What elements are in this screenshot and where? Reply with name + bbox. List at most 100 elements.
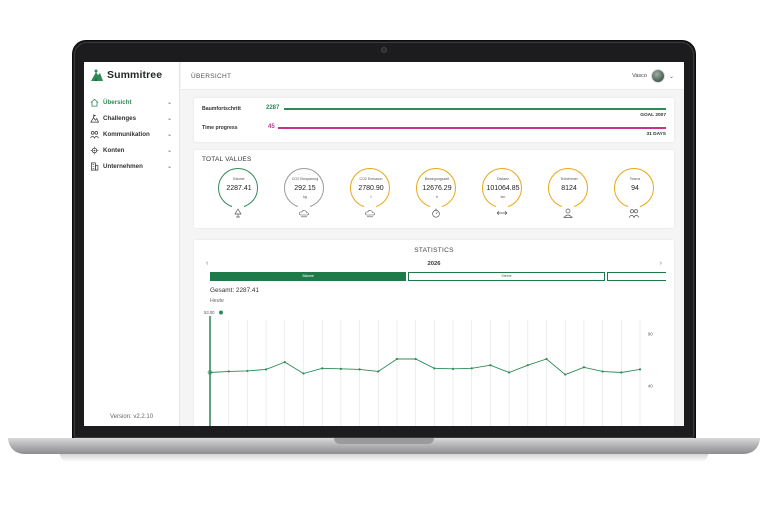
mountain-logo-icon [91,69,103,81]
user-name: Vasco [632,73,647,79]
sidebar-item-unternehmen[interactable]: Unternehmen ⌄ [88,158,176,174]
total-values-title: TOTAL VALUES [202,156,252,163]
time-progress-value: 45 [268,124,275,130]
co2-cloud-icon [298,205,310,218]
people-icon [90,130,99,139]
laptop-notch [334,438,434,444]
sidebar-item-label: Challenges [103,114,137,122]
tab-steine[interactable]: Steine [408,272,605,281]
tree-progress-label: Baumfortschritt [202,106,241,112]
year-label: 2026 [427,261,441,267]
app-name: Summitree [107,69,163,81]
building-icon [90,162,99,171]
metric-ring: Bewegungszeit 12676.29 h [416,168,456,208]
chevron-down-icon[interactable]: ⌄ [167,163,172,170]
sidebar-item-label: Unternehmen [103,162,143,170]
chevron-down-icon[interactable]: ⌄ [167,99,172,106]
time-goal-label: 31 DAYS [646,132,666,137]
data-point [638,368,642,371]
tree-icon [232,205,244,218]
statistics-total: Gesamt: 2287.41 [210,287,260,294]
metric-ring: Bäume 2287.41 [218,168,258,208]
metric-label: Teams [629,177,641,181]
metric-value: 2780.90 [358,185,384,192]
data-point [564,373,567,376]
chevron-right-icon[interactable]: › [660,260,662,267]
y-tick-label: 40 [648,384,653,389]
sidebar-item-label: Konten [103,146,125,154]
metric-value: 101064.85 [486,185,520,192]
co2-cloud-icon [364,205,376,218]
page-title: ÜBERSICHT [191,73,232,80]
top-header: ÜBERSICHT Vasco ⌄ [181,62,684,90]
tree-progress-row: Baumfortschritt 2287 [202,104,666,116]
data-point [302,372,305,375]
data-point [451,367,455,370]
data-point [620,371,623,374]
data-point [433,367,436,370]
data-point [264,368,268,371]
laptop-frame: Summitree Übersicht ⌄ Challenges ⌄ Kommunika… [0,0,768,512]
metric-co2emission: CO2 Emission 2780.90 t [348,168,392,224]
metric-distanz: Distanz 101064.85 km [480,168,524,224]
metric-teilnehmer: Teilnehmer 8124 [546,168,590,224]
metric-ring: Teams 94 [614,168,654,208]
metric-unit: h [436,195,438,199]
data-point [207,370,213,375]
data-point [601,370,604,373]
app-logo[interactable]: Summitree [90,68,162,82]
chevron-down-icon[interactable]: ⌄ [669,73,674,80]
sidebar-item-konten[interactable]: Konten ⌄ [88,142,176,158]
data-point [395,357,399,361]
metric-label: Bewegungszeit [424,177,450,181]
statistics-card: STATISTICS ‹ 2026 › Bäume Steine Gesamt: … [194,240,674,426]
metric-label: Bäume [233,177,245,181]
data-point [582,366,586,369]
metric-value: 8124 [561,185,577,192]
time-progress-row: Time progress 45 [202,123,666,135]
chevron-down-icon[interactable]: ⌄ [167,147,172,154]
metric-unit: km [500,195,506,199]
data-point [321,367,324,370]
marker-dot-icon [219,310,223,315]
marker-value-label: 53.00 [204,310,215,315]
metric-value: 94 [631,185,639,192]
gear-icon [90,146,99,155]
sidebar-item-bersicht[interactable]: Übersicht ⌄ [88,94,176,110]
data-point [470,367,473,370]
data-point [489,364,492,367]
y-tick-label: 90 [648,332,653,337]
chevron-down-icon[interactable]: ⌄ [167,131,172,138]
metric-label: Distanz [497,177,509,181]
time-progress-bar [278,127,666,129]
metric-unit: kg [303,195,307,199]
metric-label: CO2 Emission [359,177,383,181]
data-point [339,367,342,370]
sidebar-nav: Übersicht ⌄ Challenges ⌄ Kommunikation ⌄ Konte… [88,94,176,174]
chevron-down-icon[interactable]: ⌄ [167,115,172,122]
data-point [526,364,529,367]
metric-ring: CO2 Einsparung 292.15 kg [284,168,324,208]
metric-ring: Teilnehmer 8124 [548,168,588,208]
data-point [358,368,361,371]
tab-bume[interactable]: Bäume [210,272,407,281]
statistics-tabs: Bäume Steine [210,272,666,281]
data-point [246,369,249,373]
tree-progress-bar [284,108,666,110]
tab-more[interactable] [606,272,666,281]
metric-bewegungszeit: Bewegungszeit 12676.29 h [414,168,458,224]
total-values-card: TOTAL VALUES Bäume 2287.41 CO2 Einsparung 2… [194,150,674,228]
sidebar: Summitree Übersicht ⌄ Challenges ⌄ Kommunika… [84,62,180,426]
tree-progress-value: 2287 [266,105,280,111]
data-point [545,357,548,361]
data-point [508,371,511,374]
metric-value: 2287.41 [226,185,252,192]
sidebar-item-challenges[interactable]: Challenges ⌄ [88,110,176,126]
sidebar-item-kommunikation[interactable]: Kommunikation ⌄ [88,126,176,142]
series-line [209,358,641,376]
user-menu[interactable]: Vasco ⌄ [632,69,674,83]
avatar[interactable] [650,69,665,83]
metric-value: 12676.29 [422,185,452,192]
data-point [283,360,286,364]
app-screen: Summitree Übersicht ⌄ Challenges ⌄ Kommunika… [84,62,684,426]
